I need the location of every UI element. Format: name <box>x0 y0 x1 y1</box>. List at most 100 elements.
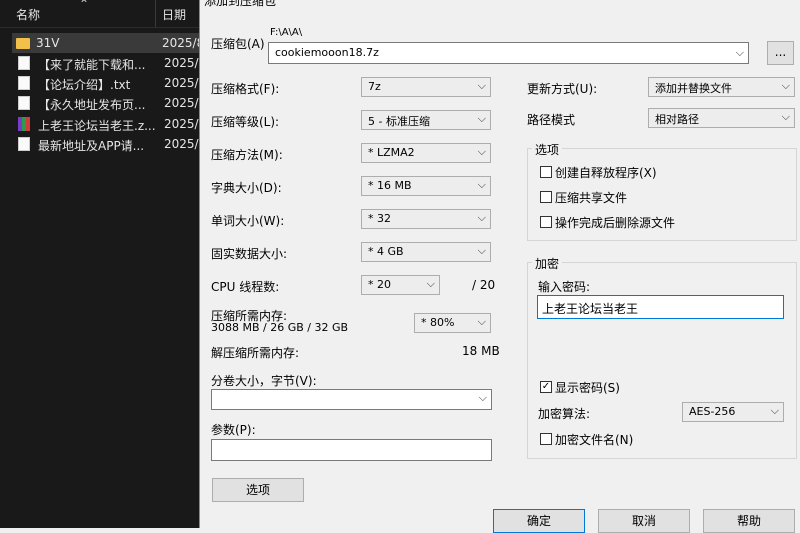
file-date: 2025/3 <box>164 137 199 151</box>
chevron-down-icon: ⌵ <box>477 211 486 224</box>
file-row[interactable]: 【永久地址发布页... 2025/3 <box>14 93 199 113</box>
word-select[interactable]: * 32 ⌵ <box>361 209 491 229</box>
format-value: 7z <box>368 80 381 93</box>
threads-label: CPU 线程数: <box>211 280 280 294</box>
file-row[interactable]: 31V 2025/8 <box>12 33 199 53</box>
delete-after-checkbox[interactable] <box>540 216 552 228</box>
chevron-down-icon: ⌵ <box>477 145 486 158</box>
file-date: 2025/3 <box>164 56 199 70</box>
shared-files-checkbox[interactable] <box>540 191 552 203</box>
file-date: 2025/8 <box>164 117 199 131</box>
update-mode-label: 更新方式(U): <box>527 82 598 96</box>
word-value: * 32 <box>368 212 391 225</box>
level-value: 5 - 标准压缩 <box>368 115 430 128</box>
archive-path: F:\A\A\ <box>270 27 303 38</box>
password-input[interactable]: 上老王论坛当老王 <box>537 295 784 319</box>
mem-compress-detail: 3088 MB / 26 GB / 32 GB <box>211 321 349 334</box>
update-mode-value: 添加并替换文件 <box>655 82 732 95</box>
chevron-down-icon[interactable]: ⌵ <box>736 46 744 60</box>
mem-usage-select[interactable]: * 80% ⌵ <box>414 313 491 333</box>
format-select[interactable]: 7z ⌵ <box>361 77 491 97</box>
file-row[interactable]: 【论坛介绍】.txt 2025/3 <box>14 73 199 93</box>
password-value: 上老王论坛当老王 <box>542 302 639 316</box>
threads-value: * 20 <box>368 278 391 291</box>
browse-button[interactable]: ... <box>767 41 794 65</box>
file-row[interactable]: 上老王论坛当老王.z... 2025/8 <box>14 114 199 134</box>
word-label: 单词大小(W): <box>211 214 285 228</box>
file-date: 2025/3 <box>164 96 199 110</box>
chevron-down-icon: ⌵ <box>477 112 486 125</box>
level-select[interactable]: 5 - 标准压缩 ⌵ <box>361 110 491 130</box>
format-label: 压缩格式(F): <box>211 82 280 96</box>
params-input[interactable] <box>211 439 492 461</box>
file-row[interactable]: 最新地址及APP请... 2025/3 <box>14 134 199 154</box>
dict-label: 字典大小(D): <box>211 181 282 195</box>
archive-name-combobox[interactable]: cookiemooon18.7z ⌵ <box>268 42 749 64</box>
method-select[interactable]: * LZMA2 ⌵ <box>361 143 491 163</box>
chevron-down-icon: ⌵ <box>477 315 486 328</box>
encryption-method-value: AES-256 <box>689 405 736 418</box>
column-divider[interactable] <box>155 0 156 27</box>
encrypt-names-label[interactable]: 加密文件名(N) <box>555 431 633 448</box>
delete-after-label[interactable]: 操作完成后删除源文件 <box>555 214 675 231</box>
cancel-button[interactable]: 取消 <box>598 509 690 533</box>
sort-chevron-icon: ⌃ <box>79 0 90 11</box>
column-name-header[interactable]: 名称 <box>16 6 40 23</box>
help-button[interactable]: 帮助 <box>703 509 795 533</box>
options-button[interactable]: 选项 <box>212 478 304 502</box>
volume-combobox[interactable]: ⌵ <box>211 389 492 410</box>
method-value: * LZMA2 <box>368 146 415 159</box>
method-label: 压缩方法(M): <box>211 148 283 162</box>
add-to-archive-dialog: 添加到压缩包 压缩包(A) F:\A\A\ cookiemooon18.7z ⌵… <box>199 0 800 533</box>
file-name: 【论坛介绍】.txt <box>38 78 131 92</box>
chevron-down-icon: ⌵ <box>770 404 779 417</box>
text-file-icon <box>18 96 30 110</box>
show-password-label[interactable]: 显示密码(S) <box>555 379 620 396</box>
threads-select[interactable]: * 20 ⌵ <box>361 275 440 295</box>
path-mode-select[interactable]: 相对路径 ⌵ <box>648 108 795 128</box>
dict-select[interactable]: * 16 MB ⌵ <box>361 176 491 196</box>
show-password-checkbox[interactable]: ✓ <box>540 381 552 393</box>
file-row[interactable]: 【来了就能下载和... 2025/3 <box>14 53 199 73</box>
chevron-down-icon: ⌵ <box>426 277 435 290</box>
encryption-method-select[interactable]: AES-256 ⌵ <box>682 402 784 422</box>
file-name: 【来了就能下载和... <box>38 58 146 72</box>
sfx-label[interactable]: 创建自释放程序(X) <box>555 164 657 181</box>
column-header: 名称 ⌃ 日期 <box>0 0 199 28</box>
mem-usage-value: * 80% <box>421 316 455 329</box>
sfx-checkbox[interactable] <box>540 166 552 178</box>
level-label: 压缩等级(L): <box>211 115 280 129</box>
folder-icon <box>16 38 30 49</box>
file-date: 2025/3 <box>164 76 199 90</box>
archive-name-value: cookiemooon18.7z <box>275 46 379 59</box>
file-date: 2025/8 <box>162 36 199 50</box>
solid-label: 固实数据大小: <box>211 247 288 261</box>
ok-button[interactable]: 确定 <box>493 509 585 533</box>
chevron-down-icon: ⌵ <box>477 79 486 92</box>
file-name: 31V <box>36 36 60 50</box>
chevron-down-icon[interactable]: ⌵ <box>479 391 487 405</box>
column-date-header[interactable]: 日期 <box>162 6 186 23</box>
archive-label: 压缩包(A) <box>211 37 265 51</box>
file-name: 上老王论坛当老王.z... <box>38 119 156 133</box>
encryption-method-label: 加密算法: <box>538 407 591 421</box>
mem-decompress-label: 解压缩所需内存: <box>211 346 300 360</box>
file-explorer-pane: 名称 ⌃ 日期 31V 2025/8 【来了就能下载和... 2025/3 【论… <box>0 0 199 528</box>
dict-value: * 16 MB <box>368 179 412 192</box>
chevron-down-icon: ⌵ <box>477 178 486 191</box>
params-label: 参数(P): <box>211 423 256 437</box>
shared-files-label[interactable]: 压缩共享文件 <box>555 189 627 206</box>
threads-max: / 20 <box>472 278 496 292</box>
volume-label: 分卷大小，字节(V): <box>211 374 317 388</box>
archive-icon <box>18 117 30 131</box>
mem-decompress-value: 18 MB <box>462 344 500 358</box>
chevron-down-icon: ⌵ <box>781 110 790 123</box>
password-label: 输入密码: <box>538 280 591 294</box>
encryption-group-title: 加密 <box>532 255 563 272</box>
options-group-title: 选项 <box>532 141 563 158</box>
encrypt-names-checkbox[interactable] <box>540 433 552 445</box>
text-file-icon <box>18 76 30 90</box>
update-mode-select[interactable]: 添加并替换文件 ⌵ <box>648 77 795 97</box>
solid-value: * 4 GB <box>368 245 404 258</box>
solid-select[interactable]: * 4 GB ⌵ <box>361 242 491 262</box>
